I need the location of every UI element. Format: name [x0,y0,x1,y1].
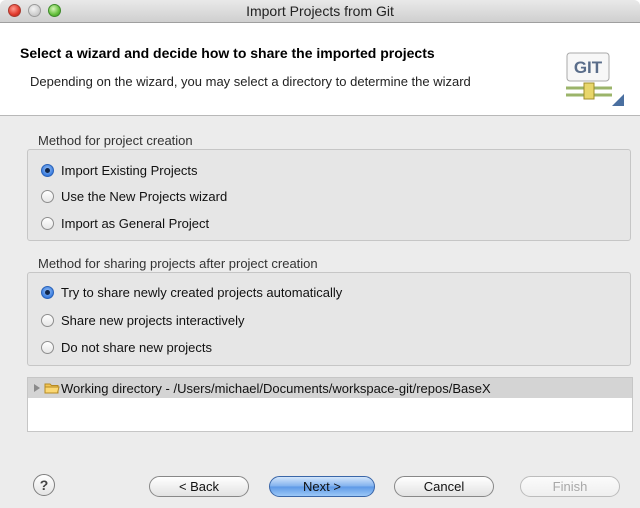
radio-button[interactable] [41,163,54,177]
tree-item-label: Working directory - /Users/michael/Docum… [61,380,491,396]
next-button[interactable]: Next > [269,476,375,497]
project-creation-group-label: Method for project creation [38,133,193,148]
finish-button[interactable]: Finish [520,476,620,497]
radio-share-interactively[interactable]: Share new projects interactively [41,310,245,330]
radio-label: Import as General Project [61,215,210,231]
radio-label: Import Existing Projects [61,162,198,178]
wizard-banner: Select a wizard and decide how to share … [0,23,640,116]
radio-button[interactable] [41,285,54,299]
radio-label: Share new projects interactively [61,312,245,328]
radio-label: Try to share newly created projects auto… [61,284,343,300]
title-bar[interactable]: Import Projects from Git [0,0,640,23]
git-logo-text: GIT [574,58,603,77]
banner-title: Select a wizard and decide how to share … [20,45,435,61]
radio-label: Do not share new projects [61,339,213,355]
folder-icon [44,383,60,394]
radio-button[interactable] [41,216,54,230]
project-sharing-group-label: Method for sharing projects after projec… [38,256,318,271]
window-title: Import Projects from Git [246,3,394,19]
project-creation-options: Import Existing Projects Use the New Pro… [27,149,631,241]
radio-share-automatically[interactable]: Try to share newly created projects auto… [41,282,342,302]
radio-button[interactable] [41,313,54,327]
radio-new-projects-wizard[interactable]: Use the New Projects wizard [41,186,227,206]
expand-arrow-icon[interactable] [34,384,40,392]
radio-import-existing-projects[interactable]: Import Existing Projects [41,160,198,180]
back-button[interactable]: < Back [149,476,249,497]
radio-button[interactable] [41,189,54,203]
radio-import-general-project[interactable]: Import as General Project [41,213,209,233]
help-icon[interactable]: ? [33,474,55,496]
dialog-footer: ? < Back Next > Cancel Finish [0,450,640,508]
radio-label: Use the New Projects wizard [61,188,228,204]
cancel-button[interactable]: Cancel [394,476,494,497]
radio-button[interactable] [41,340,54,354]
radio-do-not-share[interactable]: Do not share new projects [41,337,212,357]
import-projects-dialog: Import Projects from Git Select a wizard… [0,0,640,508]
working-directory-tree[interactable]: Working directory - /Users/michael/Docum… [27,377,633,432]
tree-item-working-directory[interactable]: Working directory - /Users/michael/Docum… [28,378,632,398]
banner-description: Depending on the wizard, you may select … [30,74,471,89]
project-sharing-options: Try to share newly created projects auto… [27,272,631,366]
git-logo-icon: GIT [566,52,624,106]
